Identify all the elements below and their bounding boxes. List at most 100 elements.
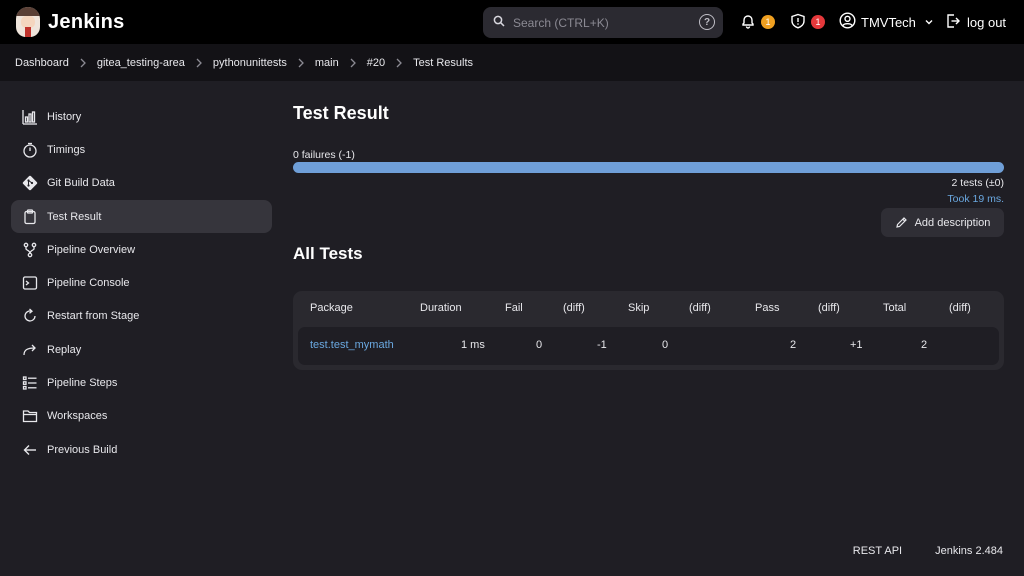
sidebar-item-history[interactable]: History	[11, 100, 272, 133]
sidebar-item-label: Previous Build	[47, 443, 118, 456]
user-menu[interactable]: TMVTech	[839, 0, 934, 44]
table-row: test.test_mymath 1 ms 0 -1 0 2 +1 2	[298, 327, 999, 365]
cell-duration: 1 ms	[461, 339, 485, 351]
breadcrumb-current[interactable]: Test Results	[413, 57, 473, 69]
sidebar-item-label: Test Result	[47, 210, 102, 223]
arrow-left-icon	[21, 441, 39, 459]
chevron-right-icon	[287, 58, 315, 68]
chevron-down-icon	[924, 15, 934, 30]
tests-count: 2 tests (±0)	[951, 177, 1004, 189]
breadcrumb-job[interactable]: pythonunittests	[213, 57, 287, 69]
cell-pass-diff: +1	[850, 339, 863, 351]
breadcrumb-folder[interactable]: gitea_testing-area	[97, 57, 185, 69]
replay-icon	[21, 341, 39, 359]
pipeline-icon	[21, 241, 39, 259]
test-progress-bar	[293, 162, 1004, 173]
sidebar-item-pipeline-overview[interactable]: Pipeline Overview	[11, 233, 272, 266]
sidebar-item-test-result[interactable]: Test Result	[11, 199, 272, 234]
cell-skip: 0	[662, 339, 669, 351]
add-description-button[interactable]: Add description	[881, 208, 1004, 237]
brand-name: Jenkins	[48, 10, 125, 33]
sidebar: History Timings Git Build Data Test Resu…	[11, 100, 272, 466]
cell-fail-diff: -1	[597, 339, 607, 351]
chevron-right-icon	[185, 58, 213, 68]
notifications-button[interactable]: 1	[740, 0, 775, 44]
timer-icon	[21, 141, 39, 159]
clipboard-icon	[21, 208, 39, 226]
sidebar-item-restart-from-stage[interactable]: Restart from Stage	[11, 300, 272, 333]
sidebar-item-label: Pipeline Steps	[47, 377, 118, 390]
sidebar-item-label: Restart from Stage	[47, 310, 140, 323]
steps-icon	[21, 374, 39, 392]
restart-icon	[21, 307, 39, 325]
column-fail-diff[interactable]: (diff)	[563, 302, 585, 314]
logout-icon	[945, 13, 961, 32]
sidebar-item-pipeline-steps[interactable]: Pipeline Steps	[11, 366, 272, 399]
jenkins-version-link[interactable]: Jenkins 2.484	[935, 545, 1003, 557]
duration-link[interactable]: Took 19 ms.	[947, 193, 1004, 205]
git-icon	[21, 174, 39, 192]
sidebar-item-label: History	[47, 110, 82, 123]
column-fail[interactable]: Fail	[505, 302, 523, 314]
folder-icon	[21, 407, 39, 425]
sidebar-item-workspaces[interactable]: Workspaces	[11, 400, 272, 433]
security-button[interactable]: 1	[790, 0, 825, 44]
cell-pass: 2	[790, 339, 797, 351]
column-package[interactable]: Package	[310, 302, 353, 314]
breadcrumb-dashboard[interactable]: Dashboard	[15, 57, 69, 69]
history-icon	[21, 108, 39, 126]
sidebar-item-git-build-data[interactable]: Git Build Data	[11, 167, 272, 200]
breadcrumb: Dashboard gitea_testing-area pythonunitt…	[0, 44, 1024, 81]
search-input[interactable]	[513, 15, 683, 30]
jenkins-logo-icon	[16, 7, 40, 37]
tests-table: Package Duration Fail (diff) Skip (diff)…	[293, 291, 1004, 370]
sidebar-item-label: Pipeline Console	[47, 277, 130, 290]
sidebar-item-pipeline-console[interactable]: Pipeline Console	[11, 266, 272, 299]
help-icon[interactable]: ?	[699, 14, 715, 30]
column-total-diff[interactable]: (diff)	[949, 302, 971, 314]
search-box[interactable]: ?	[483, 7, 723, 38]
sidebar-item-previous-build[interactable]: Previous Build	[11, 433, 272, 466]
chevron-right-icon	[385, 58, 413, 68]
table-header: Package Duration Fail (diff) Skip (diff)…	[293, 291, 1004, 327]
security-badge: 1	[811, 15, 825, 29]
shield-icon	[790, 13, 806, 32]
main-content: Test Result 0 failures (-1) 2 tests (±0)…	[293, 96, 1004, 370]
search-icon	[493, 15, 505, 30]
cell-total: 2	[921, 339, 928, 351]
sidebar-item-label: Timings	[47, 143, 86, 156]
breadcrumb-branch[interactable]: main	[315, 57, 339, 69]
sidebar-item-replay[interactable]: Replay	[11, 333, 272, 366]
column-pass[interactable]: Pass	[755, 302, 779, 314]
column-skip[interactable]: Skip	[628, 302, 649, 314]
sidebar-item-label: Workspaces	[47, 410, 108, 423]
column-total[interactable]: Total	[883, 302, 906, 314]
user-avatar-icon	[839, 12, 856, 32]
sidebar-item-label: Replay	[47, 343, 82, 356]
cell-fail: 0	[536, 339, 543, 351]
sidebar-item-label: Git Build Data	[47, 177, 115, 190]
column-duration[interactable]: Duration	[420, 302, 462, 314]
sidebar-item-timings[interactable]: Timings	[11, 133, 272, 166]
notifications-badge: 1	[761, 15, 775, 29]
logout-label: log out	[967, 14, 1007, 30]
chevron-right-icon	[339, 58, 367, 68]
logout-link[interactable]: log out	[945, 0, 1006, 44]
bell-icon	[740, 13, 756, 32]
jenkins-home-link[interactable]: Jenkins	[16, 7, 125, 37]
sidebar-item-label: Pipeline Overview	[47, 243, 136, 256]
chevron-right-icon	[69, 58, 97, 68]
page-title: Test Result	[293, 103, 389, 123]
pencil-icon	[895, 216, 908, 229]
rest-api-link[interactable]: REST API	[853, 545, 902, 557]
column-pass-diff[interactable]: (diff)	[818, 302, 840, 314]
failures-summary: 0 failures (-1)	[293, 149, 355, 161]
all-tests-heading: All Tests	[293, 244, 363, 263]
package-link[interactable]: test.test_mymath	[310, 339, 394, 351]
footer: REST API Jenkins 2.484	[853, 545, 1003, 557]
add-description-label: Add description	[914, 216, 991, 229]
column-skip-diff[interactable]: (diff)	[689, 302, 711, 314]
user-name: TMVTech	[861, 14, 916, 30]
terminal-icon	[21, 274, 39, 292]
breadcrumb-build[interactable]: #20	[367, 57, 385, 69]
